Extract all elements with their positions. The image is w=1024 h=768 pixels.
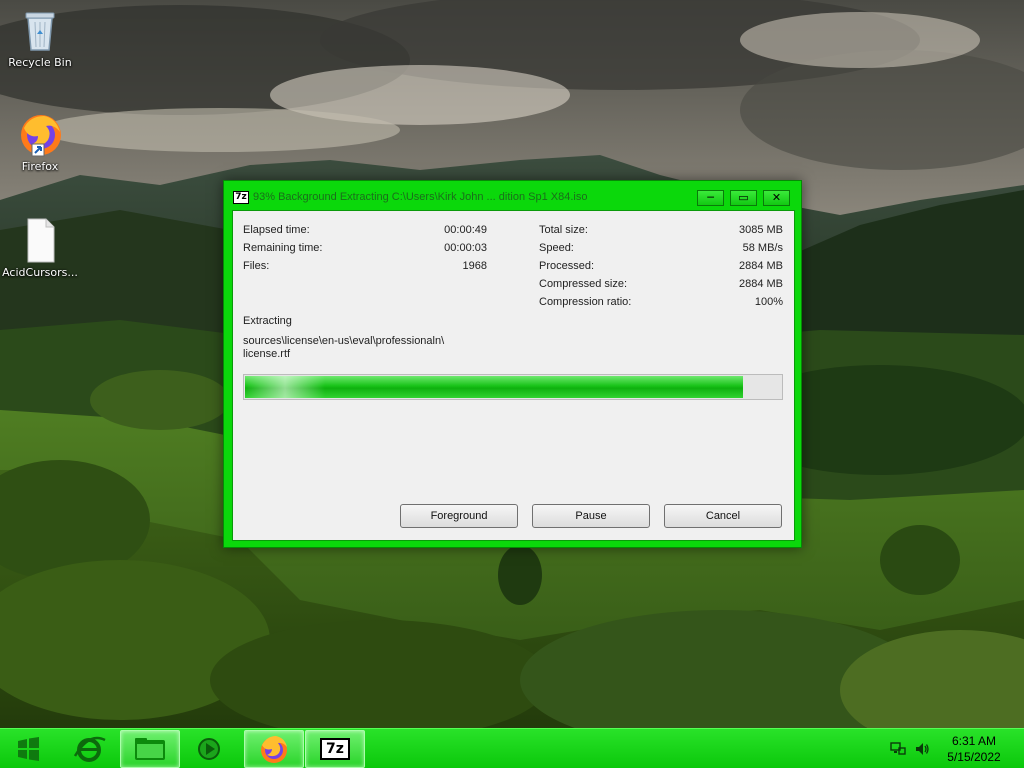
- internet-explorer-icon: [73, 736, 106, 762]
- start-button[interactable]: [8, 733, 48, 765]
- window-titlebar[interactable]: 7z 93% Background Extracting C:\Users\Ki…: [224, 181, 801, 209]
- close-button[interactable]: ✕: [763, 190, 790, 206]
- taskbar-clock[interactable]: 6:31 AM 5/15/2022: [934, 733, 1014, 765]
- window-title: 93% Background Extracting C:\Users\Kirk …: [253, 191, 588, 203]
- 7zip-icon: 7z: [233, 191, 249, 204]
- remaining-time-value: 00:00:03: [444, 242, 487, 254]
- desktop-icon-acidcursors[interactable]: AcidCursors...: [0, 216, 80, 279]
- current-file-name: license.rtf: [243, 348, 291, 360]
- file-icon: [16, 216, 64, 264]
- processed-label: Processed:: [539, 260, 595, 272]
- speed-value: 58 MB/s: [742, 242, 783, 254]
- compressed-size-label: Compressed size:: [539, 278, 628, 290]
- total-size-value: 3085 MB: [738, 224, 783, 236]
- folder-icon: [135, 738, 165, 760]
- volume-icon[interactable]: [914, 741, 930, 757]
- firefox-icon: [16, 110, 64, 158]
- close-icon: ✕: [771, 191, 782, 204]
- maximize-icon: ▭: [738, 191, 749, 204]
- foreground-button[interactable]: Foreground: [400, 504, 518, 528]
- 7zip-icon-text: 7z: [326, 741, 344, 757]
- network-icon[interactable]: [890, 741, 906, 757]
- compression-ratio-label: Compression ratio:: [539, 296, 632, 308]
- processed-value: 2884 MB: [738, 260, 783, 272]
- remaining-time-label: Remaining time:: [243, 242, 323, 254]
- total-size-label: Total size:: [539, 224, 588, 236]
- maximize-button[interactable]: ▭: [730, 190, 757, 206]
- compression-ratio-value: 100%: [754, 296, 783, 308]
- media-player-icon: [198, 738, 220, 760]
- taskbar-firefox[interactable]: [244, 730, 304, 768]
- minimize-icon: ─: [707, 191, 714, 204]
- files-value: 1968: [462, 260, 487, 272]
- compressed-size-value: 2884 MB: [738, 278, 783, 290]
- windows-logo-icon: [18, 737, 39, 761]
- action-label: Extracting: [243, 315, 292, 327]
- 7zip-icon: 7z: [320, 738, 350, 760]
- extraction-progress-bar: [243, 374, 783, 400]
- taskbar-file-explorer[interactable]: [120, 730, 180, 768]
- extract-progress-window: 7z 93% Background Extracting C:\Users\Ki…: [223, 180, 802, 548]
- clock-time: 6:31 AM: [951, 734, 997, 748]
- files-label: Files:: [243, 260, 270, 272]
- clock-date: 5/15/2022: [947, 750, 1001, 764]
- window-client-area: Elapsed time: 00:00:49 Remaining time: 0…: [232, 210, 795, 541]
- taskbar-internet-explorer[interactable]: [59, 730, 119, 768]
- recycle-bin-icon: [16, 6, 64, 54]
- elapsed-time-label: Elapsed time:: [243, 224, 310, 236]
- current-file-path: sources\license\en-us\eval\professionaln…: [243, 335, 445, 347]
- taskbar-7zip[interactable]: 7z: [305, 730, 365, 768]
- firefox-icon: [261, 736, 287, 763]
- progress-bar-highlight: [245, 376, 325, 398]
- taskbar-media-player[interactable]: [180, 730, 240, 768]
- desktop-icon-recycle-bin[interactable]: Recycle Bin: [0, 6, 80, 69]
- desktop-icon-label: AcidCursors...: [2, 266, 78, 279]
- desktop-icon-firefox[interactable]: Firefox: [0, 110, 80, 173]
- elapsed-time-value: 00:00:49: [444, 224, 487, 236]
- desktop-icon-label: Firefox: [21, 160, 59, 173]
- desktop-icon-label: Recycle Bin: [8, 56, 72, 69]
- cancel-button[interactable]: Cancel: [664, 504, 782, 528]
- pause-button[interactable]: Pause: [532, 504, 650, 528]
- minimize-button[interactable]: ─: [697, 190, 724, 206]
- speed-label: Speed:: [539, 242, 574, 254]
- taskbar: 7z 6:31 AM 5/15/2022: [0, 728, 1024, 768]
